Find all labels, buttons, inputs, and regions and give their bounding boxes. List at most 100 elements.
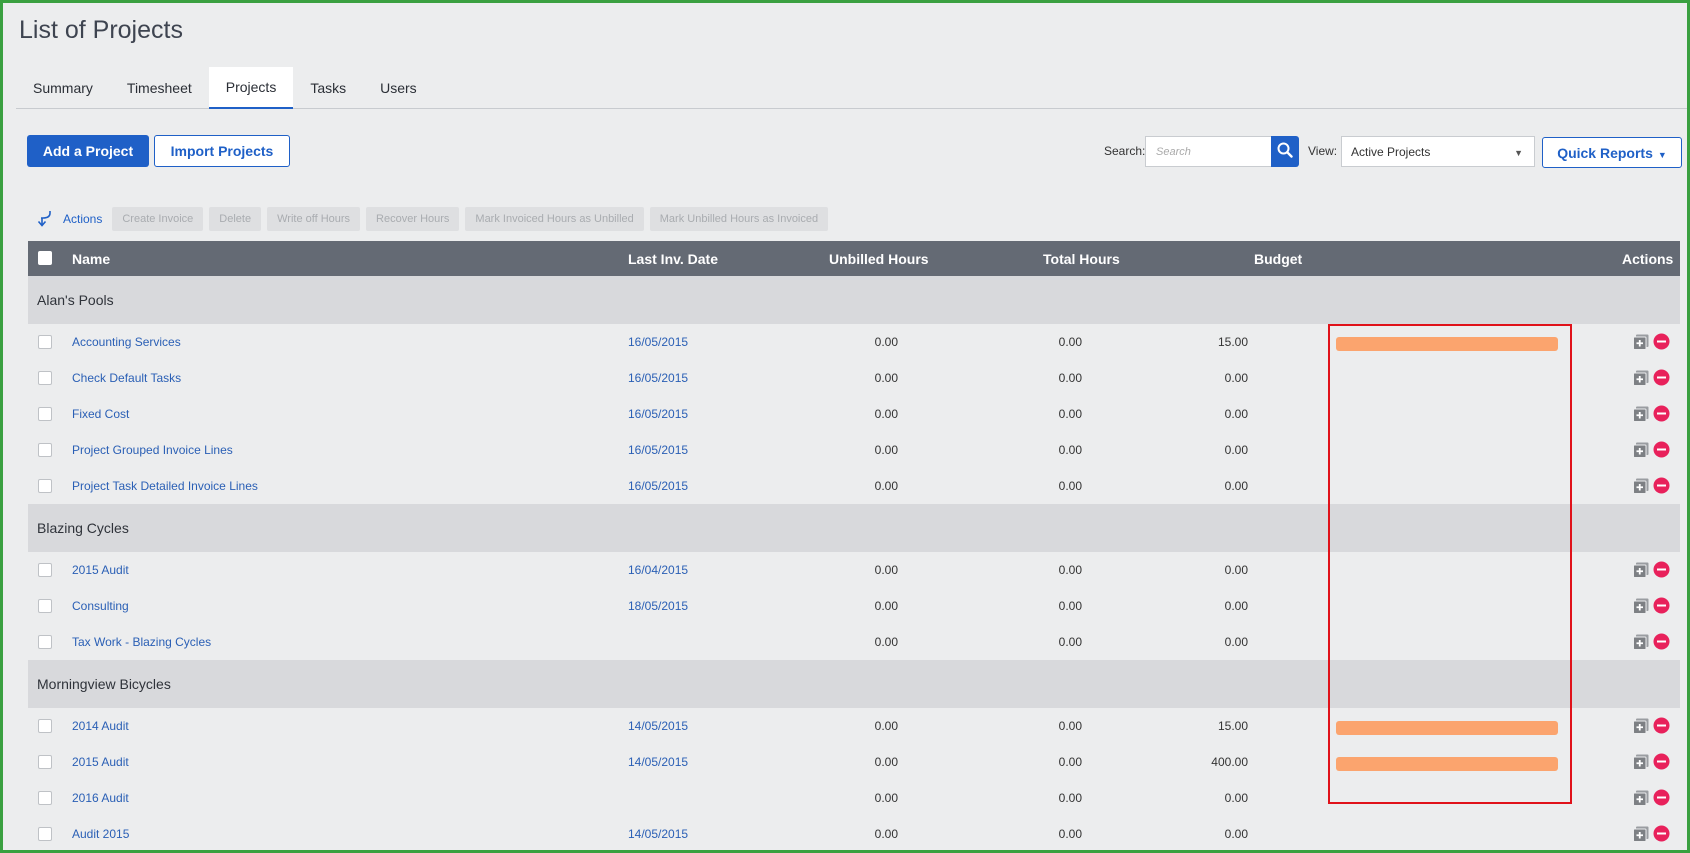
- project-link[interactable]: Consulting: [72, 599, 129, 613]
- project-link[interactable]: Project Task Detailed Invoice Lines: [72, 479, 258, 493]
- add-entry-icon[interactable]: [1633, 598, 1649, 614]
- view-select[interactable]: Active Projects ▼: [1341, 136, 1535, 167]
- delete-button[interactable]: Delete: [209, 207, 262, 231]
- unbilled-hours: 0.00: [874, 827, 898, 841]
- row-checkbox[interactable]: [38, 827, 52, 841]
- header-name[interactable]: Name: [72, 241, 110, 276]
- remove-icon[interactable]: [1653, 633, 1670, 650]
- table-row: Accounting Services 16/05/2015 0.00 0.00 15.…: [28, 324, 1680, 360]
- recover-hours-button[interactable]: Recover Hours: [366, 207, 460, 231]
- row-actions: [1633, 597, 1670, 614]
- select-all-checkbox[interactable]: [38, 251, 52, 265]
- bulk-actions-bar: Actions Create Invoice Delete Write off Ho…: [37, 207, 834, 231]
- header-unbilled-hours[interactable]: Unbilled Hours: [829, 241, 929, 276]
- project-link[interactable]: 2015 Audit: [72, 755, 129, 769]
- search-label: Search:: [1104, 144, 1146, 158]
- project-link[interactable]: Check Default Tasks: [72, 371, 181, 385]
- table-row: 2016 Audit 0.00 0.00 0.00: [28, 780, 1680, 816]
- mark-unbilled-hours-as-invoiced-button[interactable]: Mark Unbilled Hours as Invoiced: [649, 207, 829, 231]
- remove-icon[interactable]: [1653, 717, 1670, 734]
- action-buttons: Create Invoice Delete Write off Hours Recov…: [112, 207, 834, 231]
- add-entry-icon[interactable]: [1633, 406, 1649, 422]
- group-name: Alan's Pools: [37, 292, 114, 308]
- actions-toggle[interactable]: Actions: [37, 209, 102, 230]
- tab-tasks[interactable]: Tasks: [293, 67, 363, 109]
- project-link[interactable]: 2014 Audit: [72, 719, 129, 733]
- quick-reports-button[interactable]: Quick Reports ▼: [1542, 137, 1682, 168]
- header-budget[interactable]: Budget: [1254, 241, 1302, 276]
- add-entry-icon[interactable]: [1633, 634, 1649, 650]
- project-link[interactable]: Project Grouped Invoice Lines: [72, 443, 233, 457]
- row-actions: [1633, 441, 1670, 458]
- budget-value: 0.00: [1224, 791, 1248, 805]
- quick-reports-label: Quick Reports: [1557, 144, 1653, 161]
- import-projects-button[interactable]: Import Projects: [154, 135, 290, 167]
- total-hours: 0.00: [1058, 635, 1082, 649]
- add-entry-icon[interactable]: [1633, 370, 1649, 386]
- remove-icon[interactable]: [1653, 333, 1670, 350]
- add-entry-icon[interactable]: [1633, 334, 1649, 350]
- row-checkbox[interactable]: [38, 563, 52, 577]
- table-row: 2014 Audit 14/05/2015 0.00 0.00 15.00: [28, 708, 1680, 744]
- add-entry-icon[interactable]: [1633, 478, 1649, 494]
- row-checkbox[interactable]: [38, 791, 52, 805]
- write-off-hours-button[interactable]: Write off Hours: [267, 207, 361, 231]
- add-entry-icon[interactable]: [1633, 790, 1649, 806]
- row-checkbox[interactable]: [38, 335, 52, 349]
- group-row: Morningview Bicycles: [28, 660, 1680, 708]
- add-entry-icon[interactable]: [1633, 442, 1649, 458]
- remove-icon[interactable]: [1653, 441, 1670, 458]
- tab-summary[interactable]: Summary: [16, 67, 110, 109]
- budget-value: 400.00: [1211, 755, 1248, 769]
- remove-icon[interactable]: [1653, 789, 1670, 806]
- remove-icon[interactable]: [1653, 477, 1670, 494]
- tab-bar: Summary Timesheet Projects Tasks Users: [16, 67, 1688, 109]
- project-link[interactable]: Tax Work - Blazing Cycles: [72, 635, 211, 649]
- row-actions: [1633, 405, 1670, 422]
- tab-users[interactable]: Users: [363, 67, 434, 109]
- project-link[interactable]: Audit 2015: [72, 827, 129, 841]
- add-entry-icon[interactable]: [1633, 826, 1649, 842]
- remove-icon[interactable]: [1653, 753, 1670, 770]
- add-project-button[interactable]: Add a Project: [27, 135, 149, 167]
- search-input[interactable]: [1145, 136, 1271, 167]
- search-button[interactable]: [1271, 136, 1299, 167]
- add-entry-icon[interactable]: [1633, 754, 1649, 770]
- last-inv-date: 16/05/2015: [628, 371, 689, 385]
- row-checkbox[interactable]: [38, 371, 52, 385]
- row-checkbox[interactable]: [38, 443, 52, 457]
- row-checkbox[interactable]: [38, 407, 52, 421]
- row-checkbox[interactable]: [38, 719, 52, 733]
- budget-value: 0.00: [1224, 407, 1248, 421]
- remove-icon[interactable]: [1653, 405, 1670, 422]
- remove-icon[interactable]: [1653, 369, 1670, 386]
- unbilled-hours: 0.00: [874, 599, 898, 613]
- total-hours: 0.00: [1058, 335, 1082, 349]
- project-link[interactable]: Accounting Services: [72, 335, 181, 349]
- header-last-inv-date[interactable]: Last Inv. Date: [628, 241, 718, 276]
- project-link[interactable]: Fixed Cost: [72, 407, 129, 421]
- budget-value: 0.00: [1224, 443, 1248, 457]
- header-total-hours[interactable]: Total Hours: [1043, 241, 1120, 276]
- row-checkbox[interactable]: [38, 755, 52, 769]
- unbilled-hours: 0.00: [874, 635, 898, 649]
- last-inv-date: 16/05/2015: [628, 407, 689, 421]
- create-invoice-button[interactable]: Create Invoice: [112, 207, 204, 231]
- add-entry-icon[interactable]: [1633, 562, 1649, 578]
- budget-value: 0.00: [1224, 635, 1248, 649]
- project-link[interactable]: 2015 Audit: [72, 563, 129, 577]
- group-row: Blazing Cycles: [28, 504, 1680, 552]
- mark-invoiced-hours-as-unbilled-button[interactable]: Mark Invoiced Hours as Unbilled: [465, 207, 644, 231]
- add-entry-icon[interactable]: [1633, 718, 1649, 734]
- total-hours: 0.00: [1058, 407, 1082, 421]
- row-checkbox[interactable]: [38, 635, 52, 649]
- remove-icon[interactable]: [1653, 561, 1670, 578]
- row-checkbox[interactable]: [38, 479, 52, 493]
- row-checkbox[interactable]: [38, 599, 52, 613]
- table-row: 2015 Audit 16/04/2015 0.00 0.00 0.00: [28, 552, 1680, 588]
- remove-icon[interactable]: [1653, 597, 1670, 614]
- tab-timesheet[interactable]: Timesheet: [110, 67, 209, 109]
- tab-projects[interactable]: Projects: [208, 67, 294, 109]
- remove-icon[interactable]: [1653, 825, 1670, 842]
- project-link[interactable]: 2016 Audit: [72, 791, 129, 805]
